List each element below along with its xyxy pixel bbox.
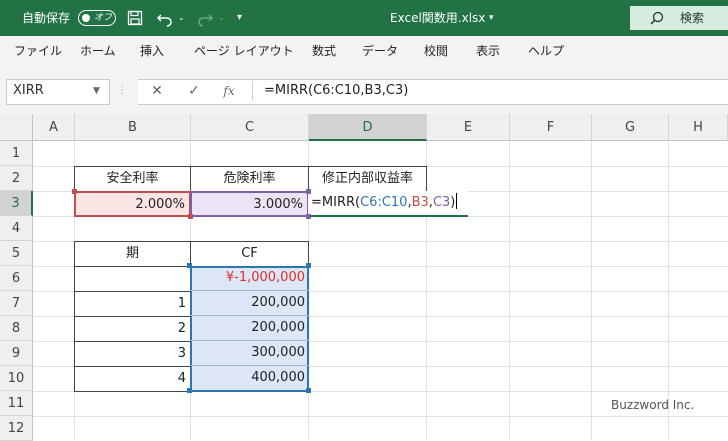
cell-c10[interactable]: 400,000 [190,366,309,391]
column-header-b[interactable]: B [75,114,191,141]
insert-function-icon[interactable]: fx [217,79,241,103]
undo-icon[interactable] [156,9,174,27]
redo-icon [198,14,214,27]
range-handle[interactable] [306,214,311,219]
toggle-knob [82,14,90,22]
range-handle[interactable] [188,214,193,219]
row-header-2[interactable]: 2 [0,166,33,191]
search-label: 検索 [680,11,705,25]
cell-c2[interactable]: 危険利率 [190,166,309,192]
name-box[interactable]: XIRR ▼ [6,79,110,105]
column-header-a[interactable]: A [33,114,75,141]
cell-b9[interactable]: 3 [74,341,191,367]
grip-dots-icon: ⋮ [117,85,127,96]
formula-text[interactable]: =MIRR(C6:C10,B3,C3) [264,79,408,103]
column-header-g[interactable]: G [592,114,669,141]
watermark: Buzzword Inc. [611,398,695,412]
row-header-5[interactable]: 5 [0,241,33,266]
formula-ref-b3: B3 [411,195,429,210]
tab-insert[interactable]: 挿入 [140,36,164,66]
cell-b8[interactable]: 2 [74,316,191,342]
row-header-11[interactable]: 11 [0,391,33,416]
name-box-value: XIRR [13,83,44,98]
tab-help[interactable]: ヘルプ [528,36,564,66]
row-header-4[interactable]: 4 [0,216,33,241]
row-header-7[interactable]: 7 [0,291,33,316]
formula-ref-c3: C3 [432,195,451,210]
tab-view[interactable]: 表示 [476,36,500,66]
cell-b3[interactable]: 2.000% [74,191,191,217]
formula-ref-range: C6:C10 [360,195,408,210]
column-header-f[interactable]: F [510,114,592,141]
undo-dropdown-icon[interactable]: ⌄ [178,0,185,36]
tab-file[interactable]: ファイル [14,36,62,66]
autosave-toggle[interactable]: オフ [78,10,116,26]
gridline [33,416,728,417]
cell-c8[interactable]: 200,000 [190,316,309,341]
redo-dropdown-icon: ⌄ [218,13,225,22]
range-handle[interactable] [306,263,311,268]
autosave-label: 自動保存 [22,11,71,25]
cell-b5[interactable]: 期 [74,241,191,267]
formula-prefix: =MIRR( [311,195,361,210]
cell-b2[interactable]: 安全利率 [74,166,191,192]
cell-b10[interactable]: 4 [74,366,191,392]
formula-suffix: ) [450,195,456,210]
row-header-12[interactable]: 12 [0,416,33,441]
row-header-10[interactable]: 10 [0,366,33,391]
cell-c7[interactable]: 200,000 [190,291,309,316]
cell-d2[interactable]: 修正内部収益率 [308,166,427,192]
range-handle[interactable] [306,189,311,194]
range-handle[interactable] [187,263,192,268]
file-menu-chevron-icon[interactable]: ▾ [489,0,494,36]
save-icon[interactable] [127,10,143,26]
cell-c9[interactable]: 300,000 [190,341,309,366]
column-header-h[interactable]: H [669,114,728,141]
tab-data[interactable]: データ [362,36,398,66]
formula-separator [252,81,253,101]
search-icon [650,11,664,25]
search-box[interactable]: 検索 [630,6,728,30]
cell-b6[interactable] [74,266,191,292]
customize-toolbar-icon[interactable]: ▾ [237,0,242,36]
select-all-corner[interactable] [0,114,33,141]
cell-d3-editing[interactable]: =MIRR(C6:C10,B3,C3) [308,191,468,217]
range-handle[interactable] [187,388,192,393]
row-header-1[interactable]: 1 [0,141,33,166]
tab-review[interactable]: 校閲 [424,36,448,66]
row-header-8[interactable]: 8 [0,316,33,341]
toggle-state-label: オフ [94,13,113,23]
text-cursor [456,193,458,209]
column-header-c[interactable]: C [191,114,309,141]
row-header-6[interactable]: 6 [0,266,33,291]
range-handle[interactable] [306,388,311,393]
ribbon-tabs: ファイル ホーム 挿入 ページ レイアウト 数式 データ 校閲 表示 ヘルプ [0,36,728,68]
title-bar: 自動保存 オフ ⌄ ⌄ ▾ Excel関数用.xlsx ▾ 検索 [0,0,728,36]
cell-c5[interactable]: CF [190,241,309,267]
cell-b7[interactable]: 1 [74,291,191,317]
tab-page-layout[interactable]: ページ レイアウト [194,36,294,66]
range-handle[interactable] [72,189,77,194]
cell-c6[interactable]: ¥-1,000,000 [190,266,309,291]
row-header-3[interactable]: 3 [0,191,33,216]
column-header-e[interactable]: E [427,114,510,141]
name-box-dropdown-icon[interactable]: ▼ [93,80,100,102]
cell-c3[interactable]: 3.000% [190,191,309,217]
cancel-icon[interactable]: ✕ [145,79,169,103]
file-name: Excel関数用.xlsx [390,11,486,25]
column-header-d[interactable]: D [309,114,427,141]
enter-check-icon[interactable]: ✓ [182,79,206,103]
row-header-9[interactable]: 9 [0,341,33,366]
tab-formulas[interactable]: 数式 [312,36,336,66]
tab-home[interactable]: ホーム [80,36,116,66]
